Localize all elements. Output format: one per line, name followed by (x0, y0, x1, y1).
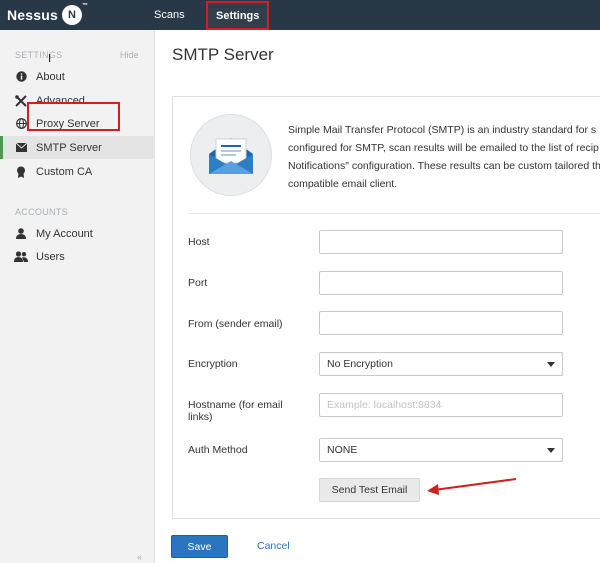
nessus-logo[interactable]: Nessus N ™ (7, 3, 88, 26)
sidebar-item-my-account[interactable]: My Account (0, 222, 155, 245)
nav-settings[interactable]: Settings (205, 1, 270, 30)
auth-method-select[interactable]: NONE (319, 438, 563, 462)
user-icon (14, 228, 28, 239)
sidebar-item-label: Custom CA (36, 165, 93, 178)
from-label: From (sender email) (188, 318, 283, 330)
divider (188, 213, 600, 214)
chevron-down-icon (547, 362, 555, 367)
logo-badge-icon: N ™ (62, 3, 88, 25)
send-test-email-button[interactable]: Send Test Email (319, 478, 420, 502)
settings-section-header: SETTINGS (15, 50, 63, 60)
nav-scans[interactable]: Scans (154, 0, 185, 30)
from-email-input[interactable] (319, 311, 563, 335)
sidebar-item-users[interactable]: Users (0, 245, 155, 268)
red-arrow-annotation (427, 478, 517, 495)
tools-icon (14, 94, 28, 107)
encryption-select[interactable]: No Encryption (319, 352, 563, 376)
sidebar-item-about[interactable]: About (0, 65, 155, 88)
users-icon (14, 251, 28, 262)
globe-icon (14, 118, 28, 129)
encryption-value: No Encryption (327, 358, 393, 370)
collapse-sidebar-icon[interactable]: « (137, 552, 142, 562)
envelope-icon (14, 143, 28, 152)
sidebar-item-label: Users (36, 250, 65, 263)
hostname-label: Hostname (for email links) (188, 399, 283, 423)
chevron-down-icon (547, 448, 555, 453)
auth-method-label: Auth Method (188, 444, 248, 456)
top-bar: Nessus N ™ Scans Settings (0, 0, 600, 30)
sidebar-item-label: My Account (36, 227, 93, 240)
text-cursor-icon: I (48, 52, 52, 65)
port-label: Port (188, 277, 208, 289)
hostname-input[interactable] (319, 393, 563, 417)
sidebar-item-label: About (36, 70, 65, 83)
encryption-label: Encryption (188, 358, 238, 370)
smtp-highlight-box (27, 102, 120, 131)
save-button[interactable]: Save (171, 535, 228, 558)
cancel-link[interactable]: Cancel (257, 540, 290, 552)
info-icon (14, 71, 28, 82)
page-title: SMTP Server (172, 45, 274, 64)
sidebar-item-label: SMTP Server (36, 141, 102, 154)
accounts-section-header: ACCOUNTS (15, 207, 68, 217)
sidebar-item-smtp-server[interactable]: SMTP Server (0, 136, 155, 159)
host-label: Host (188, 236, 210, 248)
port-input[interactable] (319, 271, 563, 295)
sidebar-item-custom-ca[interactable]: Custom CA (0, 160, 155, 183)
hide-sidebar-link[interactable]: Hide (120, 50, 139, 60)
smtp-description: Simple Mail Transfer Protocol (SMTP) is … (288, 124, 600, 190)
logo-text: Nessus (7, 7, 59, 23)
certificate-icon (14, 166, 28, 178)
open-envelope-icon (190, 114, 272, 196)
host-input[interactable] (319, 230, 563, 254)
auth-method-value: NONE (327, 444, 358, 456)
